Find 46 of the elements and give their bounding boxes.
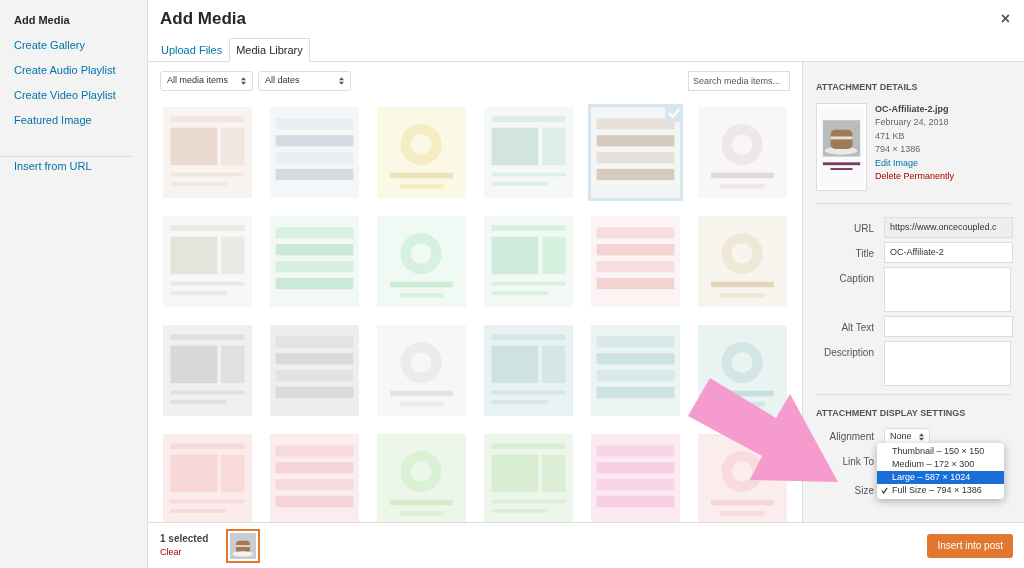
- section-heading: ATTACHMENT DETAILS: [816, 81, 919, 94]
- text-area[interactable]: [884, 340, 1011, 386]
- dropdown-option[interactable]: Thumbnail – 150 × 150: [877, 445, 1004, 458]
- selected-thumbnail[interactable]: [226, 528, 260, 563]
- clear-link[interactable]: Clear: [160, 546, 226, 560]
- text-field[interactable]: [884, 315, 1013, 337]
- file-name: OC-Affiliate-2.jpg: [875, 102, 950, 116]
- file-size: 471 KB: [875, 129, 906, 143]
- dropdown-option[interactable]: Medium – 172 × 300: [877, 458, 1004, 471]
- file-dimensions: 794 × 1386: [875, 143, 922, 156]
- dropdown-option[interactable]: Large – 587 × 1024: [877, 471, 1004, 484]
- close-button[interactable]: ×: [1000, 7, 1012, 31]
- sidebar-link[interactable]: Create Gallery: [14, 37, 147, 62]
- filter-select[interactable]: All media items: [160, 71, 253, 91]
- filter-select[interactable]: All dates: [258, 71, 351, 91]
- dropdown-option[interactable]: Full Size – 794 × 1386: [877, 484, 1004, 497]
- section-heading: ATTACHMENT DISPLAY SETTINGS: [816, 406, 967, 420]
- check-icon: [881, 487, 888, 494]
- url-field[interactable]: https://www.oncecoupled.c: [884, 216, 1013, 238]
- tab[interactable]: Media Library: [229, 38, 310, 62]
- sidebar-link[interactable]: Insert from URL: [0, 156, 132, 183]
- modal-title: Add Media: [160, 8, 246, 31]
- tab[interactable]: Upload Files: [154, 38, 230, 62]
- field-label: Alignment: [828, 430, 874, 444]
- field-label: Title: [854, 246, 874, 261]
- sidebar-title: Add Media: [14, 13, 71, 28]
- edit-image-link[interactable]: Edit Image: [875, 156, 955, 170]
- select-arrows-icon: [339, 77, 344, 85]
- sidebar-link[interactable]: Create Audio Playlist: [14, 62, 147, 87]
- selection-count: 1 selected: [160, 532, 210, 547]
- field-label: URL: [853, 221, 874, 236]
- delete-link[interactable]: Delete Permanently: [875, 170, 955, 184]
- text-area[interactable]: [884, 266, 1011, 312]
- field-label: Alt Text: [840, 320, 874, 335]
- check-icon[interactable]: [665, 104, 683, 122]
- select-arrows-icon: [241, 77, 246, 85]
- field-label: Link To: [841, 455, 874, 469]
- sidebar-link[interactable]: Create Video Playlist: [14, 87, 147, 112]
- field-label: Caption: [838, 271, 874, 286]
- search-field[interactable]: Search media items...: [688, 71, 790, 91]
- sidebar-link[interactable]: Featured Image: [14, 112, 147, 137]
- select-arrows-icon: [919, 432, 924, 441]
- text-field[interactable]: OC-Affiliate-2: [884, 241, 1013, 263]
- file-date: February 24, 2018: [875, 116, 950, 129]
- field-label: Size: [853, 484, 874, 498]
- field-label: Description: [822, 345, 874, 360]
